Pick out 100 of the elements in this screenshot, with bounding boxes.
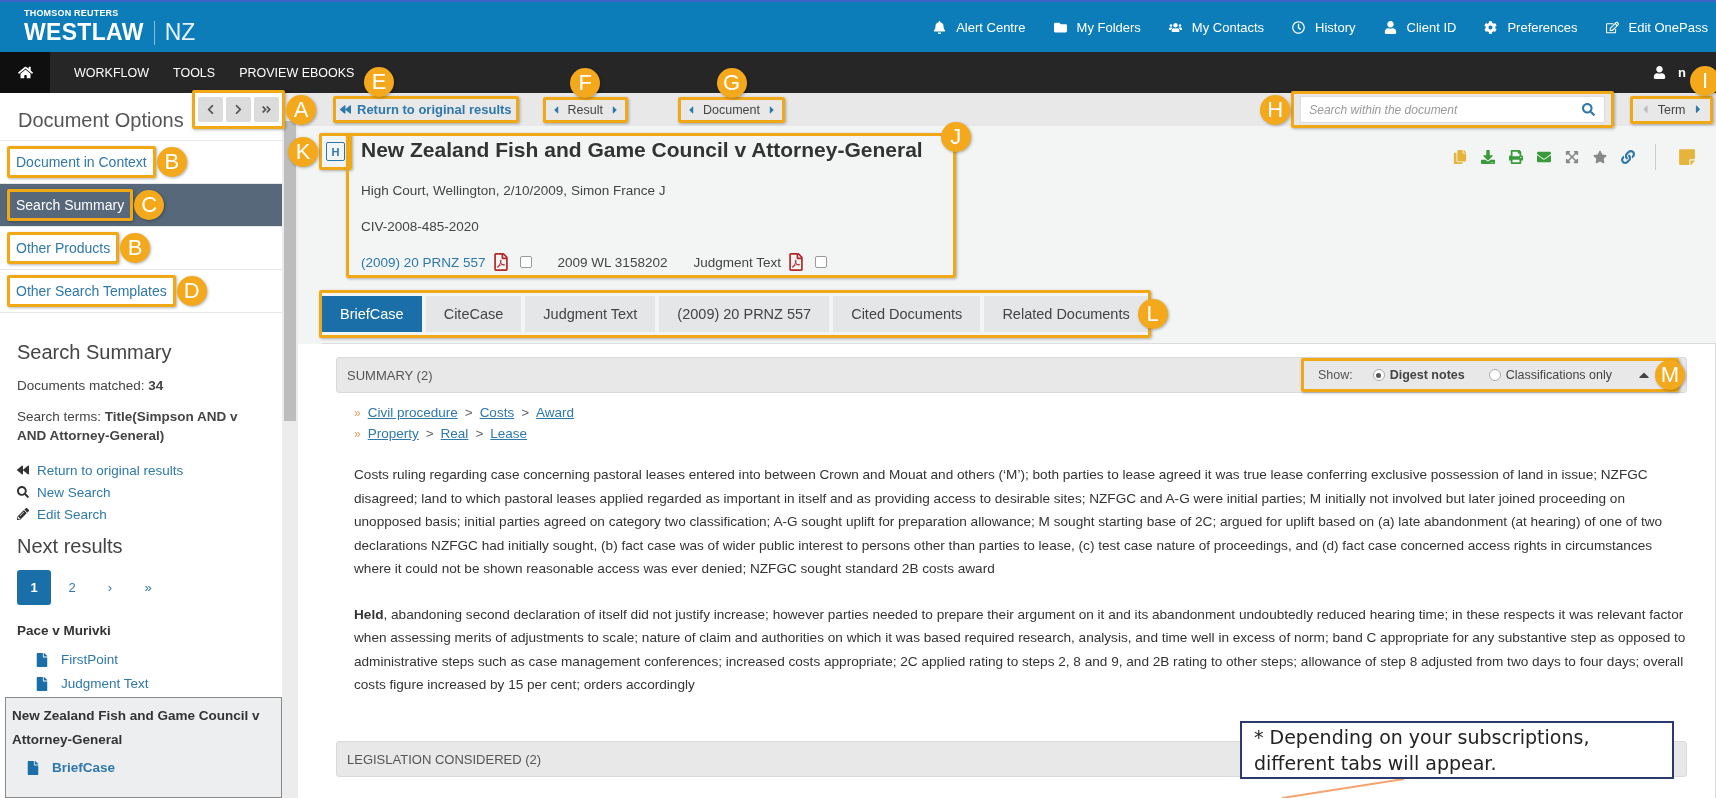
collapse-button[interactable] [254,97,279,122]
document-link[interactable]: Judgment Text [17,676,282,691]
section-bar[interactable]: SUMMARY (2) Show: Digest notes Classifications only M [336,357,1687,393]
sidebar-action-link[interactable]: Return to original results [17,461,282,479]
document-nav[interactable]: Document [681,99,782,120]
header-link[interactable]: History [1292,19,1356,35]
classification-link[interactable]: Lease [490,426,528,441]
scrollbar-thumb[interactable] [284,121,296,421]
sidebar-link[interactable]: Search Summary [10,192,131,218]
header-link[interactable]: My Contacts [1168,19,1265,35]
folder-icon [1053,20,1067,34]
classification-link[interactable]: Civil procedure [367,405,458,420]
citation-text: Judgment Text [693,254,781,270]
bullet: » [354,405,361,420]
return-link[interactable]: Return to original results [336,99,516,120]
callout-badge: J [940,122,971,152]
nav-item[interactable]: WORKFLOW [74,65,149,80]
document-title: New Zealand Fish and Game Council v Attorney-General [361,138,923,162]
next-button[interactable] [226,97,251,122]
page-button[interactable]: » [131,570,165,605]
download-icon[interactable] [1481,150,1495,164]
document-icon [35,652,49,667]
brand-region: NZ [164,19,196,46]
sidebar-link[interactable]: Document in Context [10,149,153,175]
classification-link[interactable]: Costs [479,405,515,420]
star-icon[interactable] [1593,150,1607,164]
callout-badge: C [134,190,165,220]
document-link[interactable]: BriefCase [12,760,275,775]
sidebar-action-link[interactable]: New Search [17,483,282,501]
users-icon [1168,20,1182,34]
page-button[interactable]: 2 [55,570,89,605]
search-field[interactable]: Search within the document [1300,96,1606,123]
result-title: Pace v Murivki [17,622,112,640]
tab[interactable]: Cited Documents [833,296,981,332]
sidebar-item[interactable]: Other Search Templates D [0,270,282,313]
radio-option[interactable]: Classifications only [1488,368,1612,382]
callout-badge: B [156,147,187,177]
header-link[interactable]: Edit OnePass [1605,19,1708,35]
user-icon [1653,66,1667,79]
search-icon [17,486,29,498]
term-nav[interactable]: Term [1633,98,1710,121]
pdf-icon[interactable] [787,253,805,271]
home-icon [17,65,33,80]
sidebar-title: Document Options [18,109,184,132]
page-button[interactable]: › [93,570,127,605]
sidebar-link[interactable]: Other Search Templates [10,278,173,304]
checkbox[interactable] [519,256,532,268]
header-link[interactable]: Preferences [1484,19,1578,35]
settings-icon [1484,20,1498,34]
sidebar-action-link[interactable]: Edit Search [17,505,282,523]
sidebar-link[interactable]: Other Products [10,235,117,261]
callout-badge: K [288,136,318,167]
section-heading: Search Summary [17,341,173,364]
tab[interactable]: Related Documents [984,296,1148,332]
case-number: CIV-2008-485-2020 [361,219,480,234]
user-icon [1383,20,1397,34]
link-icon[interactable] [1621,150,1635,164]
document-link[interactable]: FirstPoint [17,652,282,667]
tab[interactable]: Judgment Text [525,296,656,332]
copy-icon[interactable] [1453,150,1467,164]
tab[interactable]: CiteCase [425,296,522,332]
page-button[interactable]: 1 [17,570,51,605]
callout-badge: B [120,233,151,263]
previous-button[interactable] [198,97,223,122]
user-name[interactable]: n [1678,65,1686,80]
section-heading: Next results [17,535,124,558]
result-nav[interactable]: Result [545,99,625,120]
brand-top: THOMSON REUTERS [24,8,120,18]
header-link[interactable]: My Folders [1053,19,1141,35]
home-button[interactable] [0,52,50,93]
sidebar-item[interactable]: Search Summary C [0,184,282,227]
expand-icon[interactable] [1565,150,1579,164]
chevron-right-icon [233,104,244,115]
header-link[interactable]: Alert Centre [933,19,1026,35]
classification-link[interactable]: Real [440,426,469,441]
separator: > [521,405,530,420]
email-icon[interactable] [1537,150,1551,164]
radio-button[interactable] [1488,369,1501,381]
classification-link[interactable]: Award [536,405,575,420]
classification-link[interactable]: Property [367,426,419,441]
nav-item[interactable]: TOOLS [173,65,216,80]
section-title: SUMMARY (2) [347,367,433,383]
tab[interactable]: BriefCase [322,296,422,332]
edit-icon [1605,20,1619,34]
search-icon[interactable] [1582,103,1596,116]
citation-text: 2009 WL 3158202 [557,254,668,270]
clock-icon [1292,20,1306,34]
tab[interactable]: (2009) 20 PRNZ 557 [659,296,830,332]
header-link[interactable]: Client ID [1383,19,1457,35]
print-icon[interactable] [1509,150,1523,164]
radio-option[interactable]: Digest notes [1372,368,1465,382]
note-icon[interactable] [1678,148,1696,166]
radio-button[interactable] [1372,369,1385,381]
chevron-left-icon [205,104,216,115]
checkbox[interactable] [815,256,827,268]
citation-link[interactable]: (2009) 20 PRNZ 557 [361,254,486,270]
pdf-icon[interactable] [491,253,510,271]
nav-item[interactable]: PROVIEW EBOOKS [239,65,355,80]
digest-paragraph: Held, abandoning second declaration of itself did not justify increase; however parties needed to prepare their argument on it and its abandonment undoubtedly reduced hearing time; in these respects it was relevant factor when assessing merits of adjustments to scale; nature of claim and authorities on which it was based required research, analysis, and time well in excess of norm; band C appropriate for any substantive step as opposed to administrative steps such as case management conferences; increased costs appropriate; 2C applied rating to steps 2, 8 and 9, and 2B rating to other steps; allowance of step 8 adjusted from two days to four days; overall costs figure increased by 15 per cent; orders accordingly [354,605,1687,694]
sidebar-item[interactable]: Other Products B [0,227,282,270]
